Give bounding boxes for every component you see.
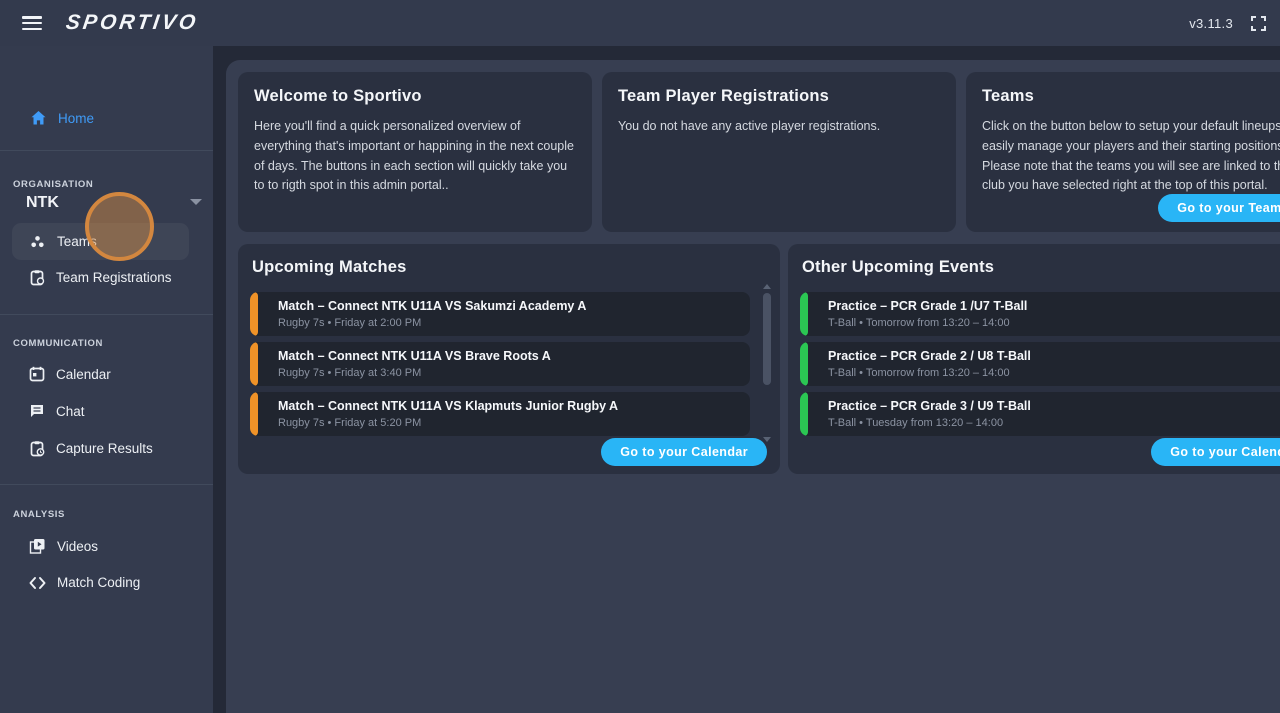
- organisation-selector[interactable]: NTK: [26, 194, 59, 212]
- match-title: Match – Connect NTK U11A VS Klapmuts Jun…: [278, 399, 619, 413]
- hamburger-menu-icon[interactable]: [22, 16, 42, 30]
- event-color-bar: [800, 292, 808, 336]
- sidebar-item-label: Match Coding: [57, 575, 141, 590]
- event-title: Practice – PCR Grade 3 / U9 T-Ball: [828, 399, 1031, 413]
- fullscreen-icon[interactable]: [1251, 15, 1266, 31]
- matches-list: Match – Connect NTK U11A VS Sakumzi Acad…: [250, 292, 750, 442]
- event-list-item[interactable]: Practice – PCR Grade 3 / U9 T-Ball T-Bal…: [800, 392, 1280, 436]
- match-color-bar: [250, 292, 258, 336]
- sidebar-divider: [0, 150, 213, 151]
- card-title: Teams: [982, 87, 1035, 105]
- sidebar-item-home[interactable]: Home: [30, 110, 94, 126]
- sidebar-item-match-coding[interactable]: Match Coding: [29, 575, 140, 590]
- match-subtitle: Rugby 7s • Friday at 3:40 PM: [278, 367, 422, 379]
- event-color-bar: [800, 342, 808, 386]
- match-subtitle: Rugby 7s • Friday at 5:20 PM: [278, 417, 422, 429]
- event-subtitle: T-Ball • Tomorrow from 13:20 – 14:00: [828, 367, 1010, 379]
- match-list-item[interactable]: Match – Connect NTK U11A VS Brave Roots …: [250, 342, 750, 386]
- card-title: Welcome to Sportivo: [254, 87, 422, 105]
- card-body: Here you'll find a quick personalized ov…: [254, 119, 574, 193]
- match-title: Match – Connect NTK U11A VS Brave Roots …: [278, 349, 551, 363]
- event-subtitle: T-Ball • Tomorrow from 13:20 – 14:00: [828, 317, 1010, 329]
- sidebar-item-label: Videos: [57, 538, 99, 554]
- sidebar-item-label: Home: [58, 110, 95, 126]
- go-to-teams-button[interactable]: Go to your Teams: [1158, 194, 1280, 222]
- card-other-upcoming-events: Other Upcoming Events Practice – PCR Gra…: [788, 244, 1280, 474]
- match-list-item[interactable]: Match – Connect NTK U11A VS Klapmuts Jun…: [250, 392, 750, 436]
- scroll-up-icon[interactable]: [763, 284, 771, 289]
- card-body: Click on the button below to setup your …: [982, 119, 1280, 193]
- event-list-item[interactable]: Practice – PCR Grade 1 /U7 T-Ball T-Ball…: [800, 292, 1280, 336]
- clipboard-icon: [30, 270, 45, 286]
- sidebar-item-capture-results[interactable]: Capture Results: [29, 440, 153, 457]
- section-label-organisation: ORGANISATION: [13, 179, 94, 190]
- sidebar-item-label: Team Registrations: [56, 270, 172, 285]
- match-color-bar: [250, 392, 258, 436]
- sidebar-divider: [0, 314, 213, 315]
- card-upcoming-matches: Upcoming Matches Match – Connect NTK U11…: [238, 244, 780, 474]
- app-logo: SPORTIVO: [64, 11, 200, 34]
- card-team-player-registrations: Team Player Registrations You do not hav…: [602, 72, 956, 232]
- sidebar-item-chat[interactable]: Chat: [29, 403, 85, 419]
- event-color-bar: [800, 392, 808, 436]
- top-bar: SPORTIVO v3.11.3: [0, 0, 1280, 46]
- match-subtitle: Rugby 7s • Friday at 2:00 PM: [278, 317, 422, 329]
- event-title: Practice – PCR Grade 2 / U8 T-Ball: [828, 349, 1031, 363]
- match-list-item[interactable]: Match – Connect NTK U11A VS Sakumzi Acad…: [250, 292, 750, 336]
- sidebar-item-label: Capture Results: [56, 441, 153, 456]
- events-list: Practice – PCR Grade 1 /U7 T-Ball T-Ball…: [800, 292, 1280, 442]
- sidebar: Home ORGANISATION NTK Teams Team Registr…: [0, 46, 213, 713]
- sidebar-item-teams[interactable]: Teams: [12, 223, 189, 260]
- vertical-scrollbar[interactable]: [762, 284, 772, 442]
- clipboard-clock-icon: [30, 441, 45, 457]
- calendar-icon: [29, 366, 45, 382]
- card-welcome: Welcome to Sportivo Here you'll find a q…: [238, 72, 592, 232]
- sidebar-item-videos[interactable]: Videos: [29, 538, 98, 554]
- section-label-communication: COMMUNICATION: [13, 338, 103, 349]
- scrollbar-thumb[interactable]: [763, 293, 771, 385]
- main-content: Welcome to Sportivo Here you'll find a q…: [226, 60, 1280, 713]
- sidebar-divider: [0, 484, 213, 485]
- sidebar-item-team-registrations[interactable]: Team Registrations: [29, 269, 172, 286]
- sidebar-item-calendar[interactable]: Calendar: [29, 366, 111, 382]
- videos-icon: [29, 539, 45, 554]
- section-title: Upcoming Matches: [252, 258, 407, 276]
- go-to-calendar-button[interactable]: Go to your Calendar: [1151, 438, 1280, 466]
- card-body: You do not have any active player regist…: [618, 119, 881, 133]
- match-color-bar: [250, 342, 258, 386]
- card-teams: Teams Click on the button below to setup…: [966, 72, 1280, 232]
- home-icon: [31, 111, 46, 125]
- card-title: Team Player Registrations: [618, 87, 830, 105]
- section-label-analysis: ANALYSIS: [13, 509, 65, 520]
- sidebar-item-label: Chat: [56, 403, 85, 419]
- teams-icon: [31, 235, 44, 247]
- event-list-item[interactable]: Practice – PCR Grade 2 / U8 T-Ball T-Bal…: [800, 342, 1280, 386]
- sidebar-item-label: Calendar: [56, 366, 111, 382]
- match-title: Match – Connect NTK U11A VS Sakumzi Acad…: [278, 299, 587, 313]
- chevron-down-icon[interactable]: [190, 199, 202, 205]
- scroll-down-icon[interactable]: [763, 437, 771, 442]
- event-subtitle: T-Ball • Tuesday from 13:20 – 14:00: [828, 417, 1004, 429]
- event-title: Practice – PCR Grade 1 /U7 T-Ball: [828, 299, 1028, 313]
- version-label: v3.11.3: [1189, 15, 1233, 31]
- section-title: Other Upcoming Events: [802, 258, 995, 276]
- code-icon: [29, 576, 46, 589]
- chat-icon: [31, 405, 43, 417]
- sidebar-item-label: Teams: [57, 234, 97, 249]
- go-to-calendar-button[interactable]: Go to your Calendar: [601, 438, 767, 466]
